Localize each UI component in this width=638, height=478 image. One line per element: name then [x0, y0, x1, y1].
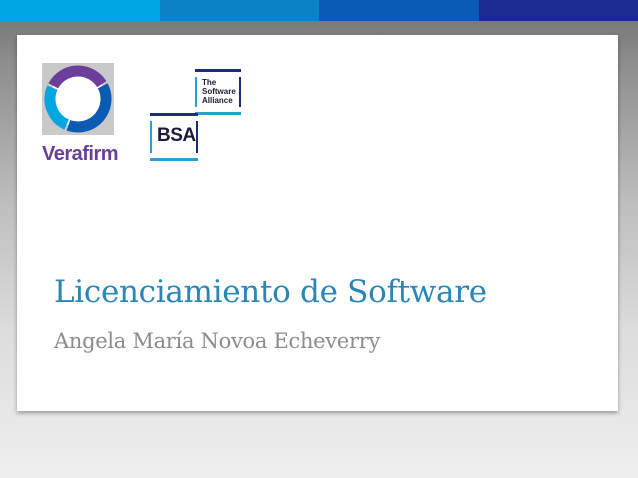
- slide-subtitle: Angela María Novoa Echeverry: [54, 329, 381, 353]
- accent-segment-3: [319, 0, 479, 21]
- bsa-logo: The Software Alliance BSA: [150, 67, 250, 167]
- bsa-wordmark-box: BSA: [150, 113, 198, 161]
- slide-title: Licenciamiento de Software: [54, 274, 487, 310]
- bsa-wordmark: BSA: [157, 125, 196, 146]
- bsa-tagline: The Software Alliance: [202, 78, 236, 105]
- top-accent-bar: [0, 0, 638, 21]
- accent-segment-1: [0, 0, 160, 21]
- verafirm-ring-svg: [44, 65, 112, 133]
- slide-card: Verafirm The Software Alliance BSA Licen…: [17, 35, 618, 411]
- accent-segment-4: [478, 0, 638, 21]
- verafirm-wordmark: Verafirm: [42, 143, 119, 165]
- accent-segment-2: [159, 0, 319, 21]
- verafirm-logo: Verafirm: [42, 63, 120, 173]
- verafirm-ring-icon: [42, 63, 114, 135]
- bsa-tagline-box: The Software Alliance: [195, 69, 241, 115]
